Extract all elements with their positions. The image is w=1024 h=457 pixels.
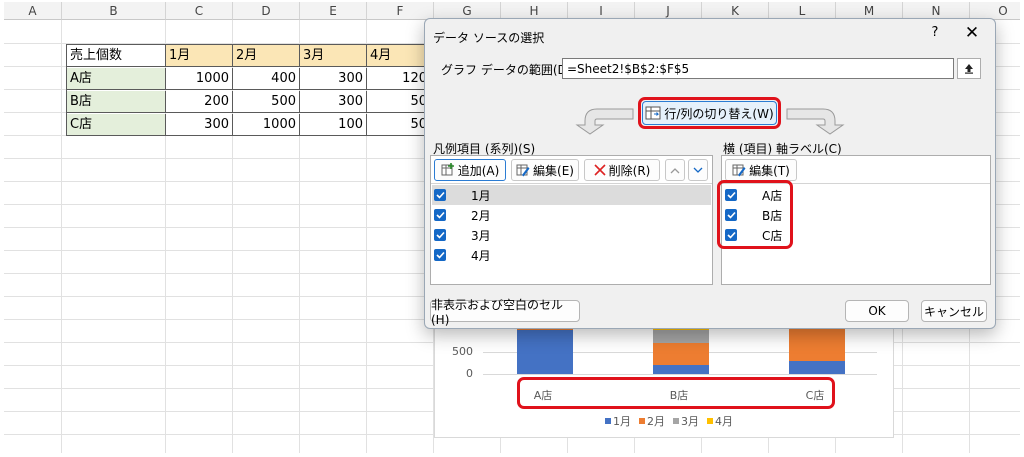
hidden-empty-cells-button[interactable]: 非表示および空白のセル(H) <box>430 298 580 327</box>
header-cell[interactable]: 2月 <box>233 45 300 67</box>
checkbox-checked-icon[interactable] <box>434 189 446 201</box>
column-header[interactable]: C <box>166 2 233 20</box>
switch-row-column-icon <box>645 106 661 120</box>
list-item[interactable]: 1月 <box>432 185 711 205</box>
cancel-button[interactable]: キャンセル <box>921 300 987 322</box>
legend-item: 3月 <box>673 413 699 429</box>
bar-segment <box>517 330 573 374</box>
checkbox-checked-icon[interactable] <box>434 249 446 261</box>
table-corner-cell[interactable]: 売上個数 <box>67 45 166 67</box>
series-toolbar: 追加(A) 編集(E) 削除(R) <box>431 156 712 184</box>
column-header[interactable]: E <box>300 2 367 20</box>
legend-item: 2月 <box>639 413 665 429</box>
column-header[interactable]: A <box>4 2 62 20</box>
bar-segment <box>653 343 709 366</box>
move-down-button[interactable] <box>688 159 708 181</box>
edit-series-button[interactable]: 編集(E) <box>511 159 579 181</box>
legend-swatch <box>605 418 611 424</box>
row-label-cell[interactable]: C店 <box>67 114 166 136</box>
legend-label: 3月 <box>681 415 699 428</box>
bar-segment <box>653 365 709 374</box>
ok-button[interactable]: OK <box>845 300 909 322</box>
list-item-label: 4月 <box>471 248 491 263</box>
edit-table-icon <box>732 164 746 177</box>
value-cell[interactable]: 400 <box>233 68 300 90</box>
value-cell[interactable]: 50 <box>367 91 431 113</box>
legend-item: 4月 <box>707 413 733 429</box>
delete-x-icon <box>594 164 606 176</box>
value-cell[interactable]: 300 <box>300 91 367 113</box>
chevron-up-icon <box>670 167 680 173</box>
header-cell[interactable]: 4月 <box>367 45 431 67</box>
select-data-source-dialog: データ ソースの選択 ? ✕ グラフ データの範囲(D): 行/列の切り替え(W… <box>424 18 996 329</box>
value-cell[interactable]: 300 <box>300 68 367 90</box>
axis-labels-highlight <box>517 377 835 409</box>
y-tick-label: 0 <box>466 367 473 380</box>
value-cell[interactable]: 100 <box>300 114 367 136</box>
curved-arrow-right-icon <box>786 108 845 135</box>
y-tick-label: 500 <box>452 345 473 358</box>
edit-series-label: 編集(E) <box>533 163 574 178</box>
move-up-button[interactable] <box>665 159 685 181</box>
checkbox-checked-icon[interactable] <box>434 209 446 221</box>
value-cell[interactable]: 200 <box>166 91 233 113</box>
edit-axis-labels-button[interactable]: 編集(T) <box>725 159 797 181</box>
row-label-cell[interactable]: A店 <box>67 68 166 90</box>
column-header[interactable]: B <box>62 2 166 20</box>
value-cell[interactable]: 1000 <box>166 68 233 90</box>
legend-item: 1月 <box>605 413 631 429</box>
list-item[interactable]: 2月 <box>432 205 711 225</box>
value-cell[interactable]: 300 <box>166 114 233 136</box>
column-header[interactable]: D <box>233 2 300 20</box>
chevron-down-icon <box>693 167 703 173</box>
add-series-button[interactable]: 追加(A) <box>434 159 506 181</box>
collapse-dialog-icon <box>965 64 973 74</box>
add-table-icon <box>441 163 454 176</box>
legend-swatch <box>673 418 679 424</box>
value-cell[interactable]: 1000 <box>233 114 300 136</box>
legend-swatch <box>707 418 713 424</box>
legend-swatch <box>639 418 645 424</box>
legend-label: 2月 <box>647 415 665 428</box>
add-series-label: 追加(A) <box>457 163 500 178</box>
header-cell[interactable]: 1月 <box>166 45 233 67</box>
value-cell[interactable]: 500 <box>233 91 300 113</box>
list-item-label: 1月 <box>471 188 491 203</box>
dialog-title: データ ソースの選択 <box>433 31 545 45</box>
checkbox-checked-icon[interactable] <box>434 229 446 241</box>
legend-label: 1月 <box>613 415 631 428</box>
column-header[interactable]: F <box>367 2 434 20</box>
bar-segment <box>653 330 709 344</box>
axis-list-highlight <box>717 180 793 249</box>
list-item-label: 3月 <box>471 228 491 243</box>
switch-row-column-label: 行/列の切り替え(W) <box>664 106 774 121</box>
edit-table-icon <box>516 164 530 177</box>
list-item-label: 2月 <box>471 208 491 223</box>
close-button[interactable]: ✕ <box>960 22 984 44</box>
bar-segment <box>789 360 845 374</box>
header-cell[interactable]: 3月 <box>300 45 367 67</box>
delete-series-button[interactable]: 削除(R) <box>584 159 660 181</box>
value-cell[interactable]: 120 <box>367 68 431 90</box>
chart-data-range-input[interactable] <box>562 58 954 79</box>
range-collapse-button[interactable] <box>957 58 981 79</box>
legend-label: 4月 <box>715 415 733 428</box>
curved-arrow-left-icon <box>575 108 634 135</box>
delete-series-label: 削除(R) <box>608 163 651 178</box>
value-cell[interactable]: 50 <box>367 114 431 136</box>
axis-labels-panel: 編集(T) A店 B店 C店 <box>717 155 991 285</box>
row-label-cell[interactable]: B店 <box>67 91 166 113</box>
list-item[interactable]: 4月 <box>432 245 711 265</box>
switch-row-column-button[interactable]: 行/列の切り替え(W) <box>642 101 777 125</box>
edit-axis-labels-label: 編集(T) <box>749 163 790 178</box>
legend-entries-panel: 追加(A) 編集(E) 削除(R) 1月 2月 3月 4月 <box>430 155 713 285</box>
chart-data-range-label: グラフ データの範囲(D): <box>441 63 576 77</box>
help-button[interactable]: ? <box>925 25 945 40</box>
list-item[interactable]: 3月 <box>432 225 711 245</box>
gridline <box>483 374 877 375</box>
chart-legend: 1月 2月 3月 4月 <box>605 413 733 429</box>
